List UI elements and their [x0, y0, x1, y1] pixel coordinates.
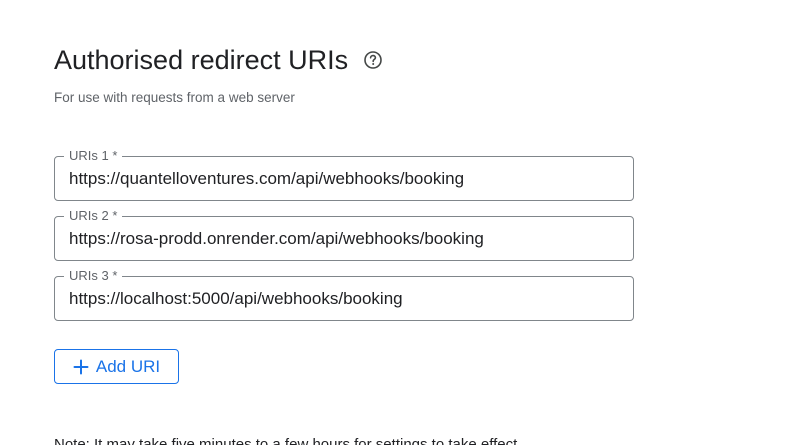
- uri-field-label: URIs 1 *: [64, 148, 123, 164]
- section-title: Authorised redirect URIs: [54, 44, 349, 75]
- add-uri-button[interactable]: Add URI: [54, 349, 179, 384]
- uri-field-label: URIs 2 *: [64, 208, 123, 224]
- uri-field-1[interactable]: URIs 1 *: [54, 148, 634, 201]
- help-circle-icon[interactable]: [363, 50, 383, 70]
- section-heading: Authorised redirect URIs: [54, 42, 383, 78]
- plus-icon: [73, 359, 89, 375]
- section-subtitle: For use with requests from a web server: [54, 90, 295, 105]
- settings-note: Note: It may take five minutes to a few …: [54, 436, 518, 445]
- uri-field-label: URIs 3 *: [64, 268, 123, 284]
- add-uri-label: Add URI: [95, 356, 161, 376]
- uri-input-3[interactable]: [69, 287, 619, 311]
- uri-field-2[interactable]: URIs 2 *: [54, 208, 634, 261]
- uri-input-1[interactable]: [69, 167, 619, 191]
- uri-input-2[interactable]: [69, 227, 619, 251]
- uri-field-3[interactable]: URIs 3 *: [54, 268, 634, 321]
- redirect-uris-section: Authorised redirect URIs For use with re…: [0, 0, 802, 445]
